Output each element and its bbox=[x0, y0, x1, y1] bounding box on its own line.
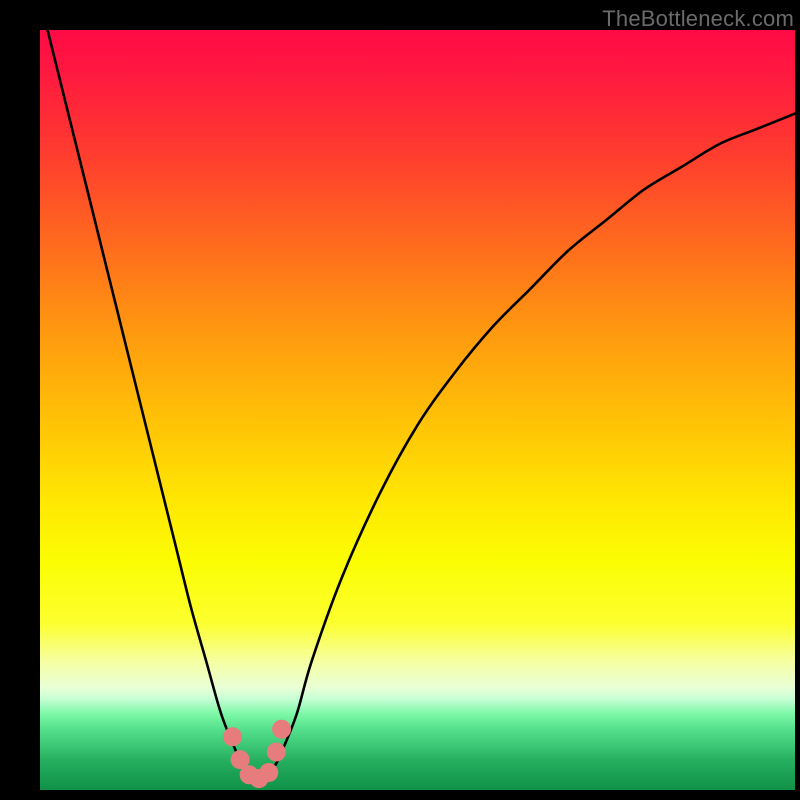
chart-frame: TheBottleneck.com bbox=[0, 0, 800, 800]
curve-markers bbox=[223, 720, 291, 788]
curve-marker bbox=[259, 763, 278, 782]
watermark-text: TheBottleneck.com bbox=[602, 6, 794, 32]
bottleneck-curve bbox=[40, 0, 795, 779]
bottleneck-curve-svg bbox=[40, 30, 795, 790]
plot-area bbox=[40, 30, 795, 790]
curve-marker bbox=[267, 743, 286, 762]
curve-marker bbox=[223, 727, 242, 746]
curve-marker bbox=[272, 720, 291, 739]
